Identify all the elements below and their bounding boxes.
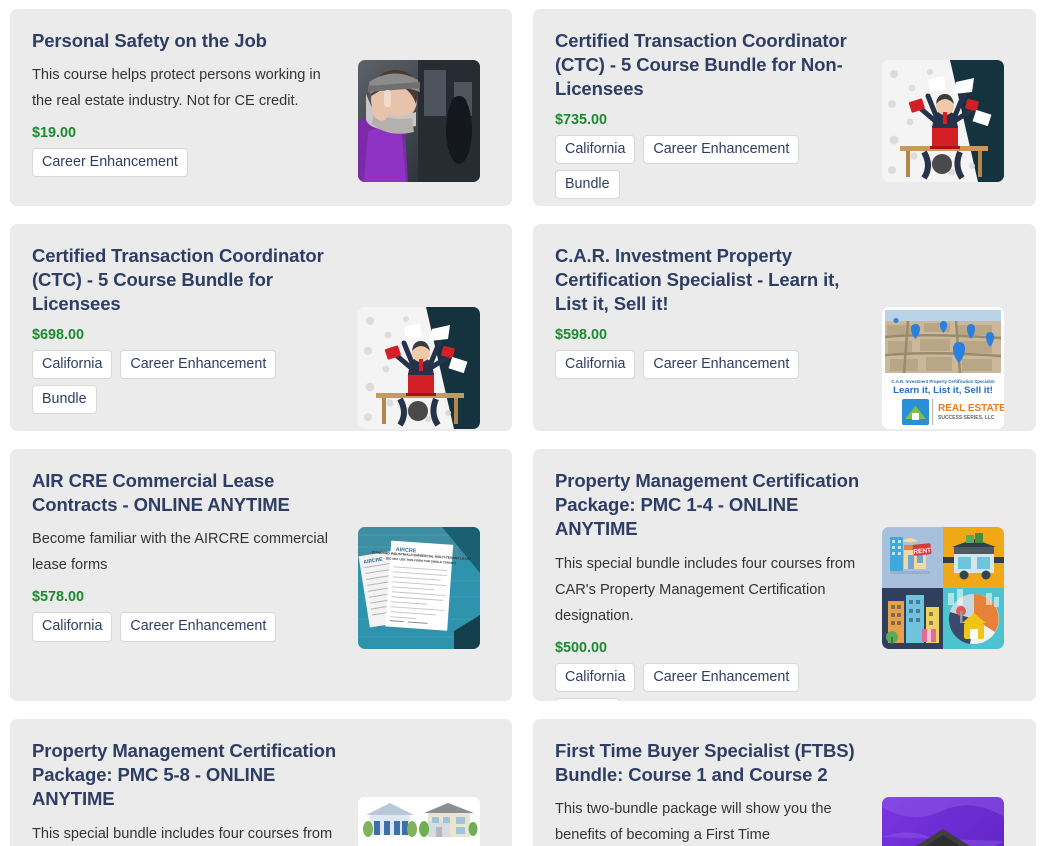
course-tag[interactable]: Career Enhancement xyxy=(32,148,188,178)
course-tag[interactable]: Bundle xyxy=(555,697,620,701)
course-description: Become familiar with the AIRCRE commerci… xyxy=(32,531,329,574)
course-thumbnail[interactable] xyxy=(358,307,480,429)
course-card[interactable]: First Time Buyer Specialist (FTBS) Bundl… xyxy=(533,719,1036,846)
course-tag[interactable]: California xyxy=(555,662,636,692)
course-card[interactable]: Certified Transaction Coordinator (CTC) … xyxy=(10,224,512,431)
course-catalog-grid: Personal Safety on the Job This course h… xyxy=(0,0,1047,846)
course-title[interactable]: First Time Buyer Specialist (FTBS) Bundl… xyxy=(555,739,866,787)
svg-text:SUCCESS SERIES, LLC: SUCCESS SERIES, LLC xyxy=(938,415,995,421)
course-thumbnail[interactable]: AIRCRE AIRCRE STANDARD INDUSTRIAL/COMMER… xyxy=(358,527,480,649)
course-description: This two-bundle package will show you th… xyxy=(555,801,832,844)
woman-on-phone-in-parking-garage-photo xyxy=(358,60,480,182)
multitasking-businessman-at-desk-photo xyxy=(358,307,480,429)
svg-text:REAL ESTATE: REAL ESTATE xyxy=(938,403,1004,414)
course-thumbnail[interactable] xyxy=(358,60,480,182)
four-quadrant-property-management-icons: RENT xyxy=(882,527,1004,649)
multitasking-businessman-at-desk-photo xyxy=(882,60,1004,182)
course-tag[interactable]: Career Enhancement xyxy=(120,612,277,642)
course-tag[interactable]: Career Enhancement xyxy=(643,662,800,692)
course-tag[interactable]: California xyxy=(32,612,113,642)
course-tag[interactable]: California xyxy=(555,349,636,379)
house-on-purple-background-illustration xyxy=(882,797,1004,846)
course-title[interactable]: C.A.R. Investment Property Certification… xyxy=(555,244,866,317)
course-tag[interactable]: Career Enhancement xyxy=(643,349,800,379)
course-tag-list: California Career Enhancement Bundle xyxy=(32,349,342,415)
course-thumbnail[interactable] xyxy=(882,797,1004,846)
course-tag-list: California Career Enhancement xyxy=(555,349,866,379)
assorted-house-illustrations xyxy=(358,797,480,846)
course-description: This special bundle includes four course… xyxy=(555,555,856,624)
course-price: $19.00 xyxy=(32,125,77,142)
svg-text:C.A.R. Investment Property Cer: C.A.R. Investment Property Certification… xyxy=(891,379,995,384)
grid-cell: Property Management Certification Packag… xyxy=(0,710,523,846)
grid-cell: Personal Safety on the Job This course h… xyxy=(0,0,523,215)
course-thumbnail[interactable]: RENT xyxy=(882,527,1004,649)
course-tag-list: California Career Enhancement Bundle xyxy=(555,134,866,200)
course-tag[interactable]: Career Enhancement xyxy=(120,349,277,379)
grid-cell: C.A.R. Investment Property Certification… xyxy=(523,215,1047,440)
course-price: $735.00 xyxy=(555,111,608,128)
course-title[interactable]: Personal Safety on the Job xyxy=(32,29,342,53)
grid-cell: AIR CRE Commercial Lease Contracts - ONL… xyxy=(0,440,523,710)
course-title[interactable]: Certified Transaction Coordinator (CTC) … xyxy=(32,244,342,317)
course-tag[interactable]: California xyxy=(32,349,113,379)
course-card[interactable]: Certified Transaction Coordinator (CTC) … xyxy=(533,9,1036,206)
course-price: $500.00 xyxy=(555,639,608,656)
course-tag-list: California Career Enhancement xyxy=(32,612,342,642)
course-card[interactable]: C.A.R. Investment Property Certification… xyxy=(533,224,1036,431)
course-thumbnail[interactable]: C.A.R. Investment Property Certification… xyxy=(882,307,1004,429)
aerial-neighborhood-map-pins-real-estate-success-series-logo: C.A.R. Investment Property Certification… xyxy=(882,307,1004,429)
course-card[interactable]: Property Management Certification Packag… xyxy=(10,719,512,846)
course-title[interactable]: Property Management Certification Packag… xyxy=(32,739,342,812)
grid-cell: Certified Transaction Coordinator (CTC) … xyxy=(523,0,1047,215)
svg-text:Learn it, List it, Sell it!: Learn it, List it, Sell it! xyxy=(893,385,993,396)
course-tag-list: Career Enhancement xyxy=(32,148,342,178)
course-tag[interactable]: Bundle xyxy=(555,170,620,200)
course-tag[interactable]: Bundle xyxy=(32,385,97,415)
course-tag-list: California Career Enhancement Bundle xyxy=(555,662,866,701)
course-title[interactable]: AIR CRE Commercial Lease Contracts - ONL… xyxy=(32,469,342,517)
course-tag[interactable]: California xyxy=(555,134,636,164)
course-card[interactable]: AIR CRE Commercial Lease Contracts - ONL… xyxy=(10,449,512,701)
course-description: This special bundle includes four course… xyxy=(32,825,333,842)
course-card[interactable]: Property Management Certification Packag… xyxy=(533,449,1036,701)
course-tag[interactable]: Career Enhancement xyxy=(643,134,800,164)
course-thumbnail[interactable] xyxy=(358,797,480,846)
course-price: $598.00 xyxy=(555,326,608,343)
lease-contract-documents-on-teal-desk-photo: AIRCRE AIRCRE STANDARD INDUSTRIAL/COMMER… xyxy=(358,527,480,649)
grid-cell: Property Management Certification Packag… xyxy=(523,440,1047,710)
course-title[interactable]: Property Management Certification Packag… xyxy=(555,469,866,542)
course-description: This course helps protect persons workin… xyxy=(32,67,321,110)
course-price: $698.00 xyxy=(32,326,85,343)
course-price: $578.00 xyxy=(32,589,85,606)
course-thumbnail[interactable] xyxy=(882,60,1004,182)
grid-cell: First Time Buyer Specialist (FTBS) Bundl… xyxy=(523,710,1047,846)
grid-cell: Certified Transaction Coordinator (CTC) … xyxy=(0,215,523,440)
course-card[interactable]: Personal Safety on the Job This course h… xyxy=(10,9,512,206)
course-title[interactable]: Certified Transaction Coordinator (CTC) … xyxy=(555,29,866,102)
